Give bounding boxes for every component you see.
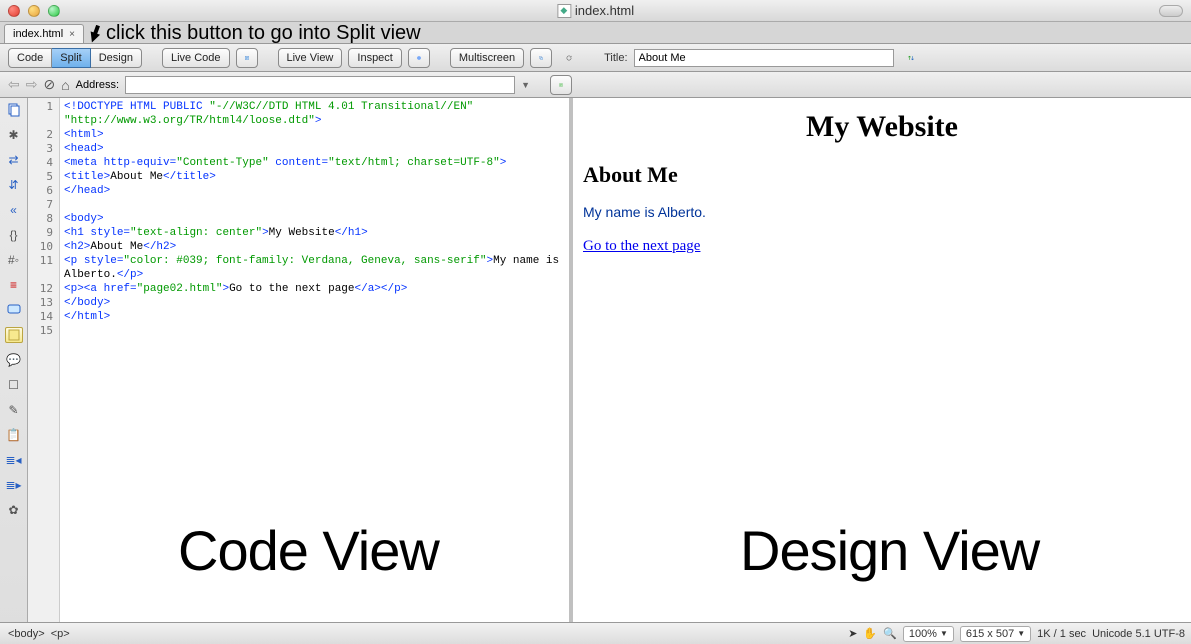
code-settings-icon[interactable]: ✿ bbox=[5, 502, 23, 518]
encoding: Unicode 5.1 UTF-8 bbox=[1092, 628, 1185, 640]
overlay-label-design: Design View bbox=[740, 518, 1039, 583]
select-parent-icon[interactable]: ⇵ bbox=[5, 177, 23, 193]
live-code-button[interactable]: Live Code bbox=[162, 48, 230, 68]
nav-forward-icon[interactable]: ⇨ bbox=[26, 76, 38, 93]
page-title-input[interactable] bbox=[634, 49, 894, 67]
code-toolbar: ✱ ⇄ ⇵ « {} #◦ ≡ 💬 ☐ ✎ 📋 ≣◂ ≣▸ ✿ bbox=[0, 98, 28, 642]
line-number-gutter: 1 234567891011 12131415 bbox=[28, 98, 60, 642]
preview-paragraph: My name is Alberto. bbox=[583, 204, 1181, 220]
code-view-button[interactable]: Code bbox=[8, 48, 52, 68]
download-size: 1K / 1 sec bbox=[1037, 628, 1086, 640]
refresh-icon[interactable] bbox=[558, 48, 580, 68]
wrap-tag-icon[interactable] bbox=[5, 327, 23, 343]
tag-selector[interactable]: <body> <p> bbox=[6, 628, 72, 640]
address-bar: ⇦ ⇨ ⊘ ⌂ Address: ▼ bbox=[0, 72, 1191, 98]
split-view-button[interactable]: Split bbox=[52, 48, 90, 68]
line-numbers-icon[interactable]: {} bbox=[5, 227, 23, 243]
multiscreen-options-icon[interactable] bbox=[530, 48, 552, 68]
window-size[interactable]: 615 x 507▼ bbox=[960, 626, 1031, 642]
toolbar-pill-button[interactable] bbox=[1159, 5, 1183, 17]
stop-icon[interactable]: ⊘ bbox=[43, 76, 55, 93]
annotation-text: click this button to go into Split view bbox=[106, 22, 421, 45]
tag-crumb-p[interactable]: <p> bbox=[49, 628, 72, 640]
overlay-label-code: Code View bbox=[178, 518, 439, 583]
pointer-tool-icon[interactable]: ➤ bbox=[848, 627, 857, 640]
close-tab-icon[interactable]: × bbox=[69, 29, 75, 40]
address-input[interactable] bbox=[125, 76, 515, 94]
related-files-icon[interactable] bbox=[550, 75, 572, 95]
document-tab[interactable]: index.html × bbox=[4, 24, 84, 43]
document-icon: ◆ bbox=[557, 4, 571, 18]
open-documents-icon[interactable] bbox=[5, 102, 23, 118]
expand-all-icon[interactable]: ⇄ bbox=[5, 152, 23, 168]
zoom-level[interactable]: 100%▼ bbox=[903, 626, 954, 642]
inspect-button[interactable]: Inspect bbox=[348, 48, 401, 68]
address-dropdown-icon[interactable]: ▼ bbox=[521, 80, 530, 90]
format-code-icon[interactable]: 📋 bbox=[5, 427, 23, 443]
preview-heading-1: My Website bbox=[583, 110, 1181, 144]
apply-comment-icon[interactable] bbox=[5, 302, 23, 318]
tag-crumb-body[interactable]: <body> bbox=[6, 628, 47, 640]
zoom-tool-icon[interactable]: 🔍 bbox=[883, 627, 897, 640]
arrow-icon bbox=[88, 25, 102, 43]
main-toolbar: Code Split Design Live Code Live View In… bbox=[0, 44, 1191, 72]
design-view-button[interactable]: Design bbox=[91, 48, 142, 68]
title-field-label: Title: bbox=[604, 52, 627, 64]
document-tab-label: index.html bbox=[13, 28, 63, 40]
file-management-icon[interactable] bbox=[900, 48, 922, 68]
highlight-invalid-icon[interactable]: #◦ bbox=[5, 252, 23, 268]
indent-code-icon[interactable]: ≣▸ bbox=[5, 477, 23, 493]
window-title: index.html bbox=[575, 3, 634, 18]
zoom-window-button[interactable] bbox=[48, 5, 60, 17]
recent-snippets-icon[interactable]: 💬 bbox=[5, 352, 23, 368]
annotation-callout: click this button to go into Split view bbox=[88, 22, 421, 45]
syntax-error-icon[interactable]: ≡ bbox=[5, 277, 23, 293]
address-label: Address: bbox=[76, 79, 119, 91]
multiscreen-button[interactable]: Multiscreen bbox=[450, 48, 524, 68]
nav-back-icon[interactable]: ⇦ bbox=[8, 76, 20, 93]
home-icon[interactable]: ⌂ bbox=[61, 77, 69, 93]
indent-icon[interactable]: ✎ bbox=[5, 402, 23, 418]
status-bar: <body> <p> ➤ ✋ 🔍 100%▼ 615 x 507▼ 1K / 1… bbox=[0, 622, 1191, 644]
preview-heading-2: About Me bbox=[583, 162, 1181, 188]
window-titlebar: ◆ index.html bbox=[0, 0, 1191, 22]
close-window-button[interactable] bbox=[8, 5, 20, 17]
browser-preview-icon[interactable] bbox=[408, 48, 430, 68]
view-mode-group: Code Split Design bbox=[8, 48, 142, 68]
live-view-button[interactable]: Live View bbox=[278, 48, 343, 68]
hand-tool-icon[interactable]: ✋ bbox=[863, 627, 877, 640]
inspect-code-icon[interactable] bbox=[236, 48, 258, 68]
minimize-window-button[interactable] bbox=[28, 5, 40, 17]
outdent-code-icon[interactable]: ≣◂ bbox=[5, 452, 23, 468]
preview-link[interactable]: Go to the next page bbox=[583, 238, 700, 254]
move-css-icon[interactable]: ☐ bbox=[5, 377, 23, 393]
balance-braces-icon[interactable]: « bbox=[5, 202, 23, 218]
collapse-icon[interactable]: ✱ bbox=[5, 127, 23, 143]
